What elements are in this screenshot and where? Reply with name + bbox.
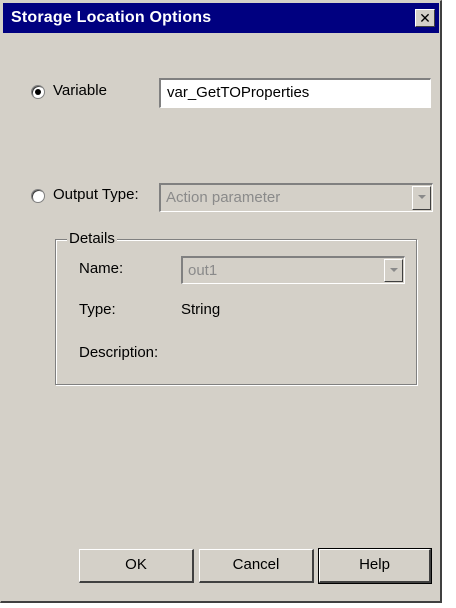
name-value: out1 <box>188 262 218 279</box>
type-label: Type: <box>79 301 116 318</box>
details-group-label: Details <box>67 230 117 247</box>
type-value: String <box>181 301 221 318</box>
output-type-dropdown[interactable]: Action parameter <box>159 183 433 212</box>
name-label: Name: <box>79 260 124 277</box>
ok-button[interactable]: OK <box>79 549 194 583</box>
close-button[interactable]: ✕ <box>415 9 435 27</box>
variable-label[interactable]: Variable <box>53 82 107 99</box>
output-type-value: Action parameter <box>166 189 281 206</box>
help-button[interactable]: Help <box>318 548 432 584</box>
output-type-radio[interactable] <box>31 189 45 203</box>
variable-input[interactable]: var_GetTOProperties <box>159 78 431 108</box>
chevron-down-icon[interactable] <box>384 259 403 282</box>
variable-radio[interactable] <box>31 85 45 99</box>
dialog-title: Storage Location Options <box>11 9 212 26</box>
storage-location-dialog: Storage Location Options ✕ Variable var_… <box>0 0 442 603</box>
title-bar: Storage Location Options ✕ <box>3 3 439 33</box>
close-icon: ✕ <box>419 10 431 26</box>
name-dropdown[interactable]: out1 <box>181 256 405 284</box>
description-label: Description: <box>79 344 159 361</box>
chevron-down-icon[interactable] <box>412 186 431 210</box>
cancel-button[interactable]: Cancel <box>199 549 314 583</box>
output-type-label[interactable]: Output Type: <box>53 186 139 203</box>
